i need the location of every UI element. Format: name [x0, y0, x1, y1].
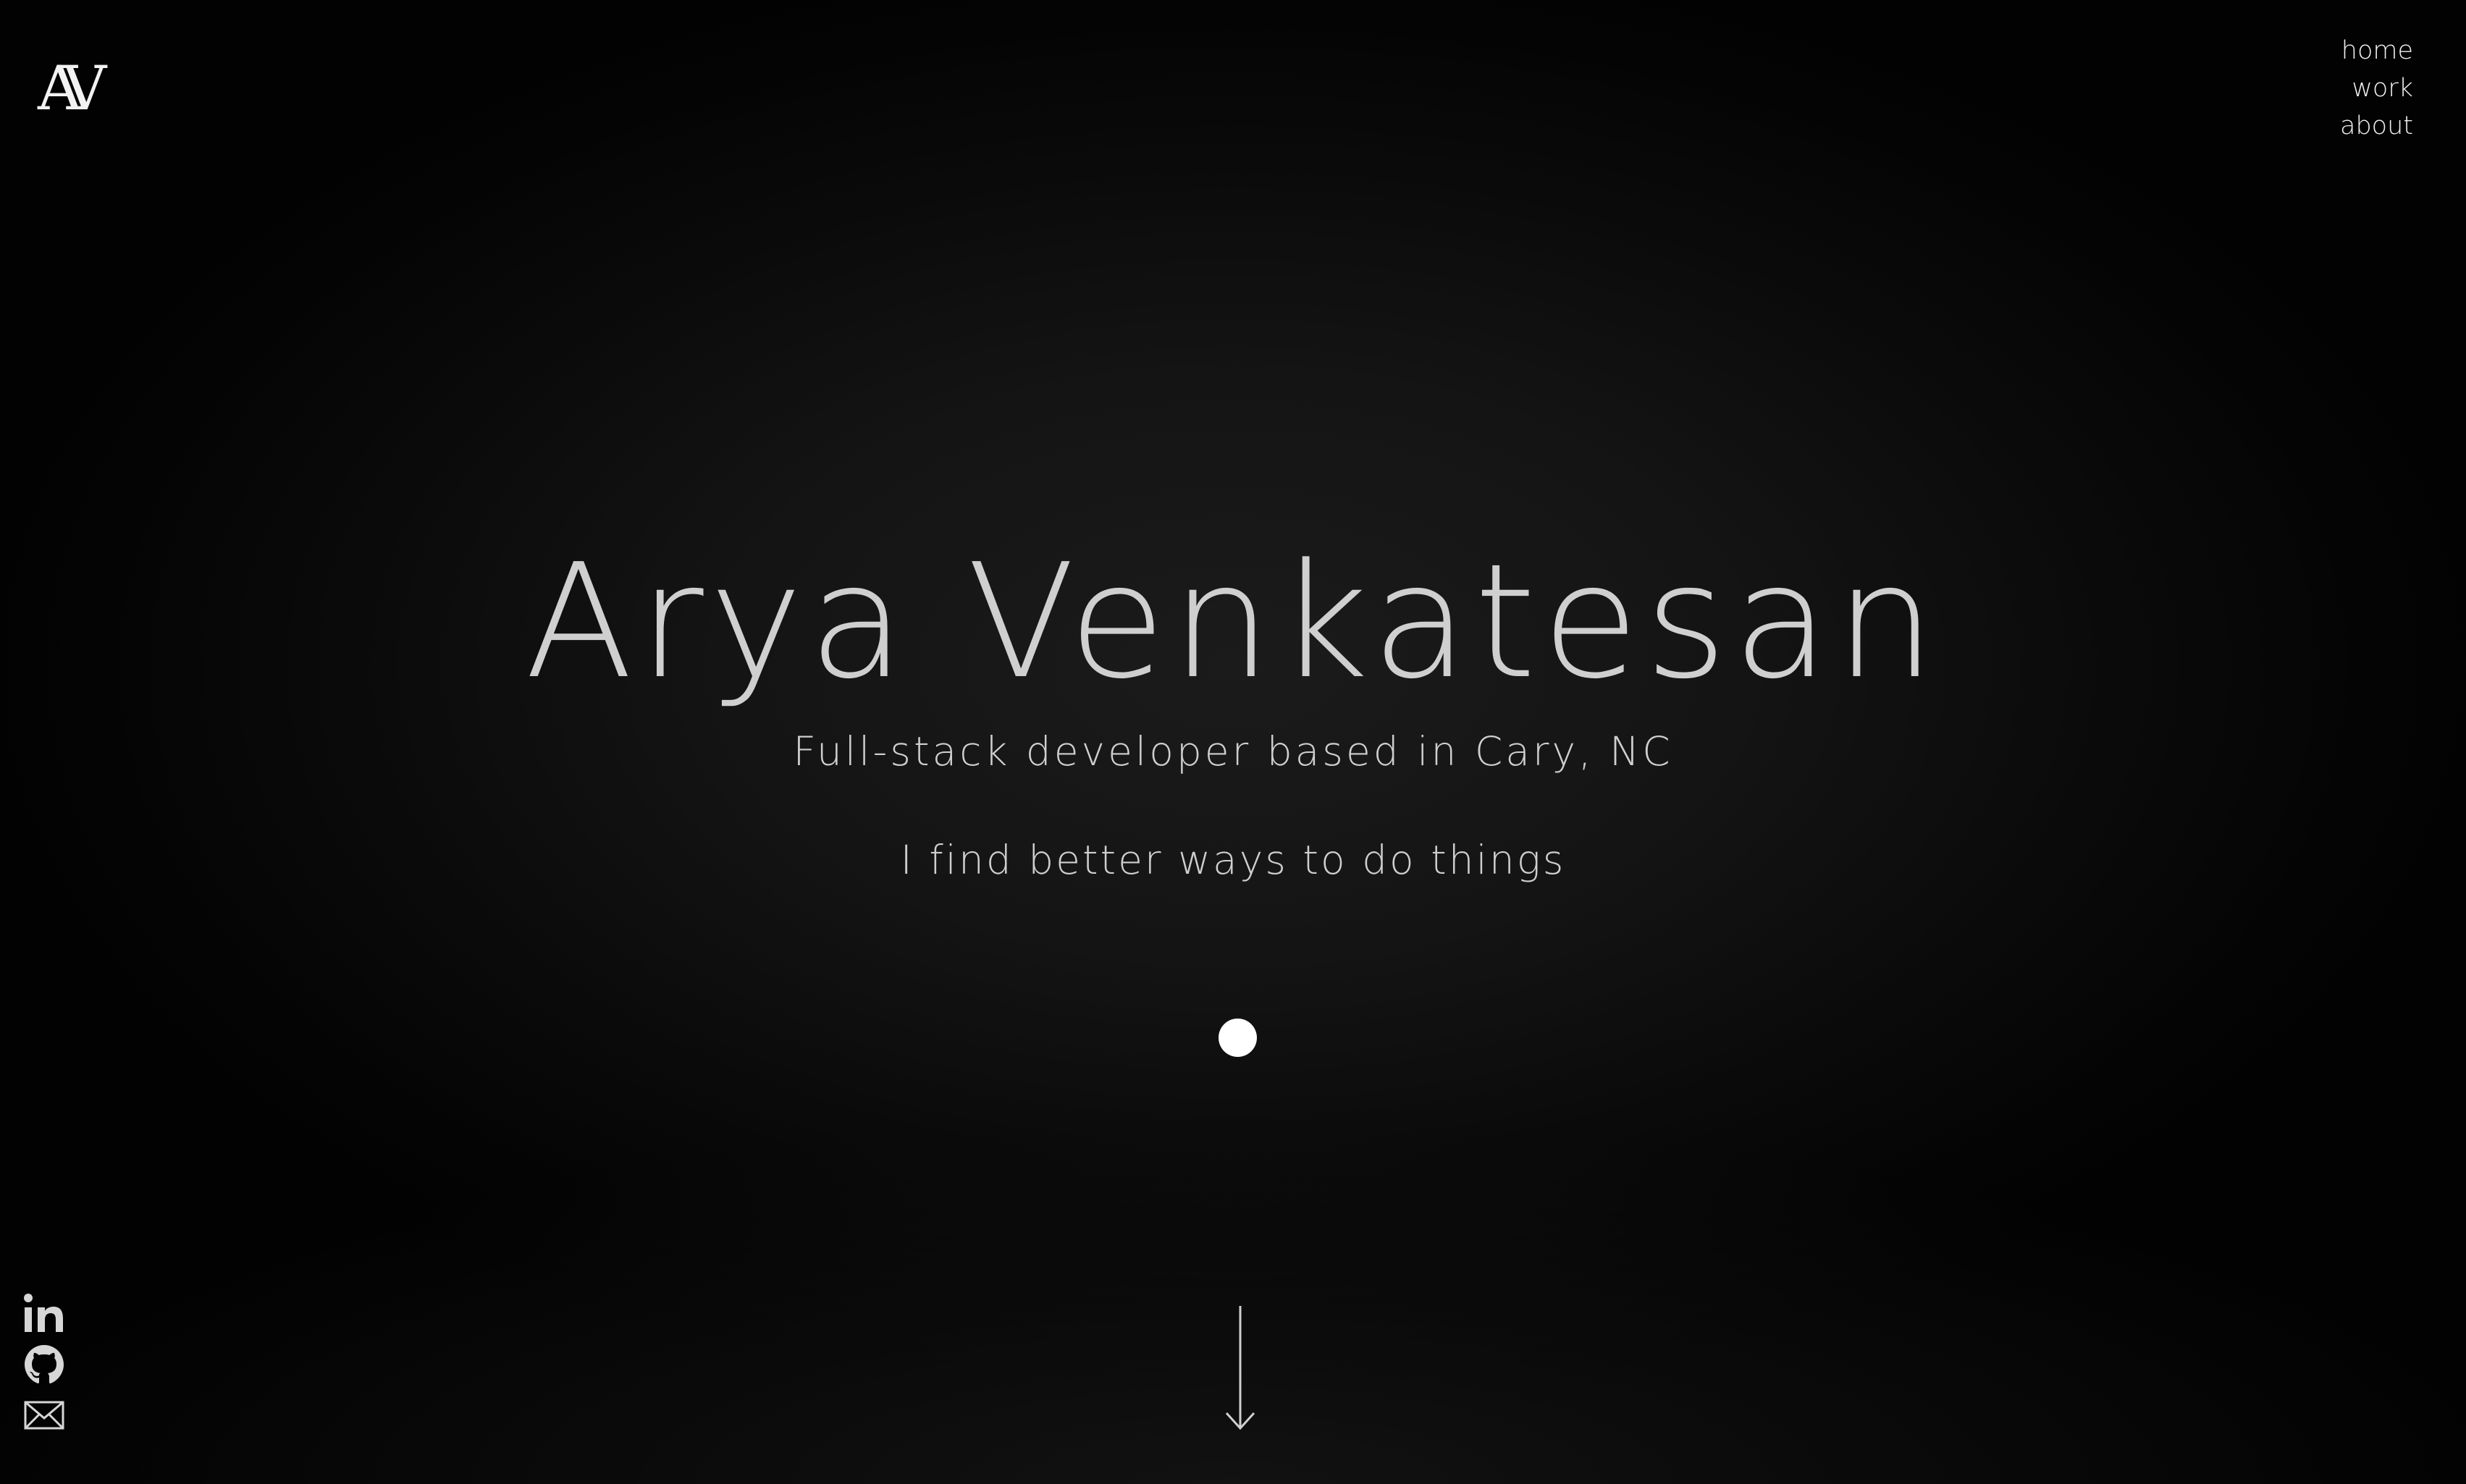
hero-tagline: I find better ways to do things	[900, 837, 1566, 883]
linkedin-icon[interactable]	[23, 1293, 65, 1335]
mail-icon[interactable]	[23, 1394, 65, 1436]
nav-item-work[interactable]: work	[2340, 69, 2413, 107]
nav-item-home[interactable]: home	[2340, 32, 2413, 69]
github-icon[interactable]	[23, 1344, 65, 1386]
site-logo[interactable]: AV	[38, 58, 110, 119]
scroll-down-arrow-icon[interactable]	[1222, 1303, 1258, 1433]
hero-subtitle: Full-stack developer based in Cary, NC	[793, 728, 1673, 775]
cursor-dot	[1219, 1019, 1257, 1057]
social-links	[23, 1293, 67, 1445]
main-nav: home work about	[2340, 32, 2413, 145]
nav-item-about[interactable]: about	[2340, 107, 2413, 145]
hero-name: Arya Venkatesan	[524, 531, 1942, 714]
